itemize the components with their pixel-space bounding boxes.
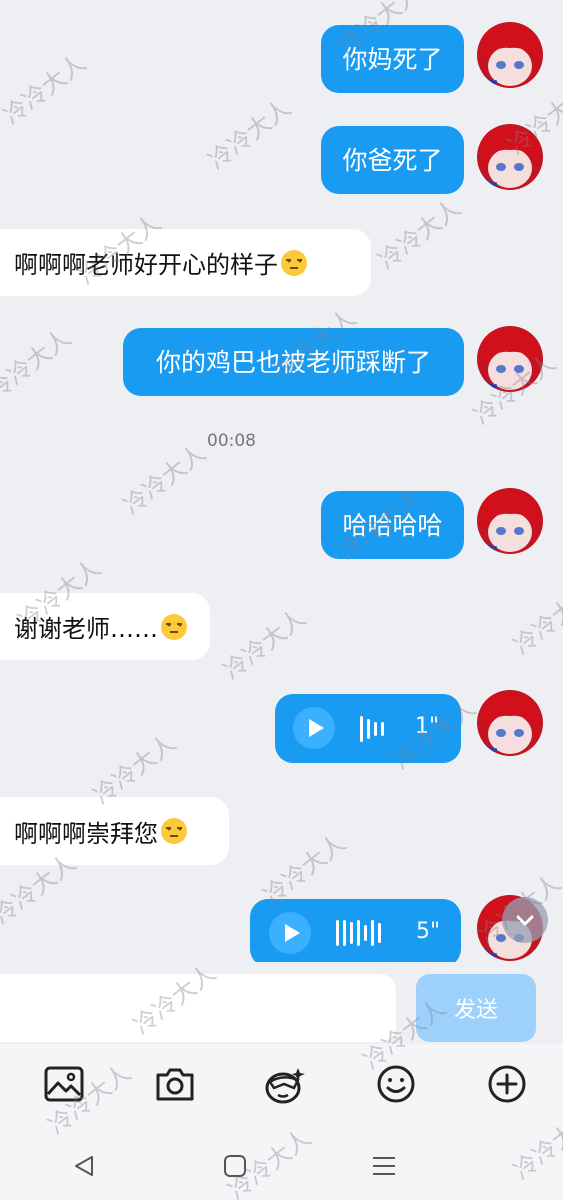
play-button[interactable] — [293, 707, 335, 749]
camera-icon[interactable] — [153, 1062, 197, 1106]
message-text: 哈哈哈哈 — [342, 510, 443, 540]
chat-toolbar — [0, 1044, 563, 1124]
unamused-face-icon — [280, 249, 308, 277]
waveform-icon — [336, 920, 381, 946]
voice-duration: 1" — [415, 714, 440, 739]
message-bubble-outgoing[interactable]: 你爸死了 — [321, 126, 464, 194]
play-icon — [308, 719, 324, 737]
message-text: 你爸死了 — [342, 145, 443, 175]
message-input[interactable] — [0, 974, 396, 1042]
image-icon[interactable] — [42, 1062, 86, 1106]
send-button[interactable]: 发送 — [416, 974, 536, 1042]
message-bubble-incoming[interactable]: 谢谢老师…… — [0, 593, 210, 660]
scroll-to-bottom-button[interactable] — [502, 897, 548, 943]
avatar[interactable] — [477, 326, 543, 392]
avatar[interactable] — [477, 690, 543, 756]
play-button[interactable] — [269, 912, 311, 954]
emoji-icon[interactable] — [374, 1062, 418, 1106]
avatar[interactable] — [477, 488, 543, 554]
voice-message-bubble[interactable]: 5" — [250, 899, 461, 962]
message-text: 谢谢老师…… — [14, 615, 158, 643]
play-icon — [284, 924, 300, 942]
system-nav-bar — [0, 1124, 563, 1200]
chevron-down-icon — [516, 915, 534, 926]
plus-icon[interactable] — [485, 1062, 529, 1106]
message-text: 啊啊啊崇拜您 — [14, 819, 158, 848]
sticker-icon[interactable] — [263, 1062, 307, 1106]
message-text: 你的鸡巴也被老师踩断了 — [155, 347, 431, 377]
message-bubble-incoming[interactable]: 啊啊啊老师好开心的样子 — [0, 229, 371, 296]
voice-duration: 5" — [416, 919, 441, 944]
avatar[interactable] — [477, 22, 543, 88]
input-bar: 发送 — [0, 962, 563, 1044]
menu-icon[interactable] — [364, 1146, 404, 1186]
message-bubble-outgoing[interactable]: 你的鸡巴也被老师踩断了 — [123, 328, 464, 396]
unamused-face-icon — [160, 817, 188, 845]
waveform-icon — [360, 716, 384, 742]
chat-area[interactable]: 你妈死了 你爸死了 啊啊啊老师好开心的样子 你的鸡巴也被老师踩断了 00:08 … — [0, 0, 563, 962]
message-bubble-outgoing[interactable]: 哈哈哈哈 — [321, 491, 464, 559]
unamused-face-icon — [160, 613, 188, 641]
voice-message-bubble[interactable]: 1" — [275, 694, 461, 763]
message-bubble-incoming[interactable]: 啊啊啊崇拜您 — [0, 797, 229, 865]
message-bubble-outgoing[interactable]: 你妈死了 — [321, 25, 464, 93]
message-timestamp: 00:08 — [207, 431, 256, 451]
message-text: 你妈死了 — [342, 44, 443, 74]
avatar[interactable] — [477, 124, 543, 190]
message-text: 啊啊啊老师好开心的样子 — [14, 251, 278, 279]
back-icon[interactable] — [64, 1146, 104, 1186]
home-icon[interactable] — [215, 1146, 255, 1186]
